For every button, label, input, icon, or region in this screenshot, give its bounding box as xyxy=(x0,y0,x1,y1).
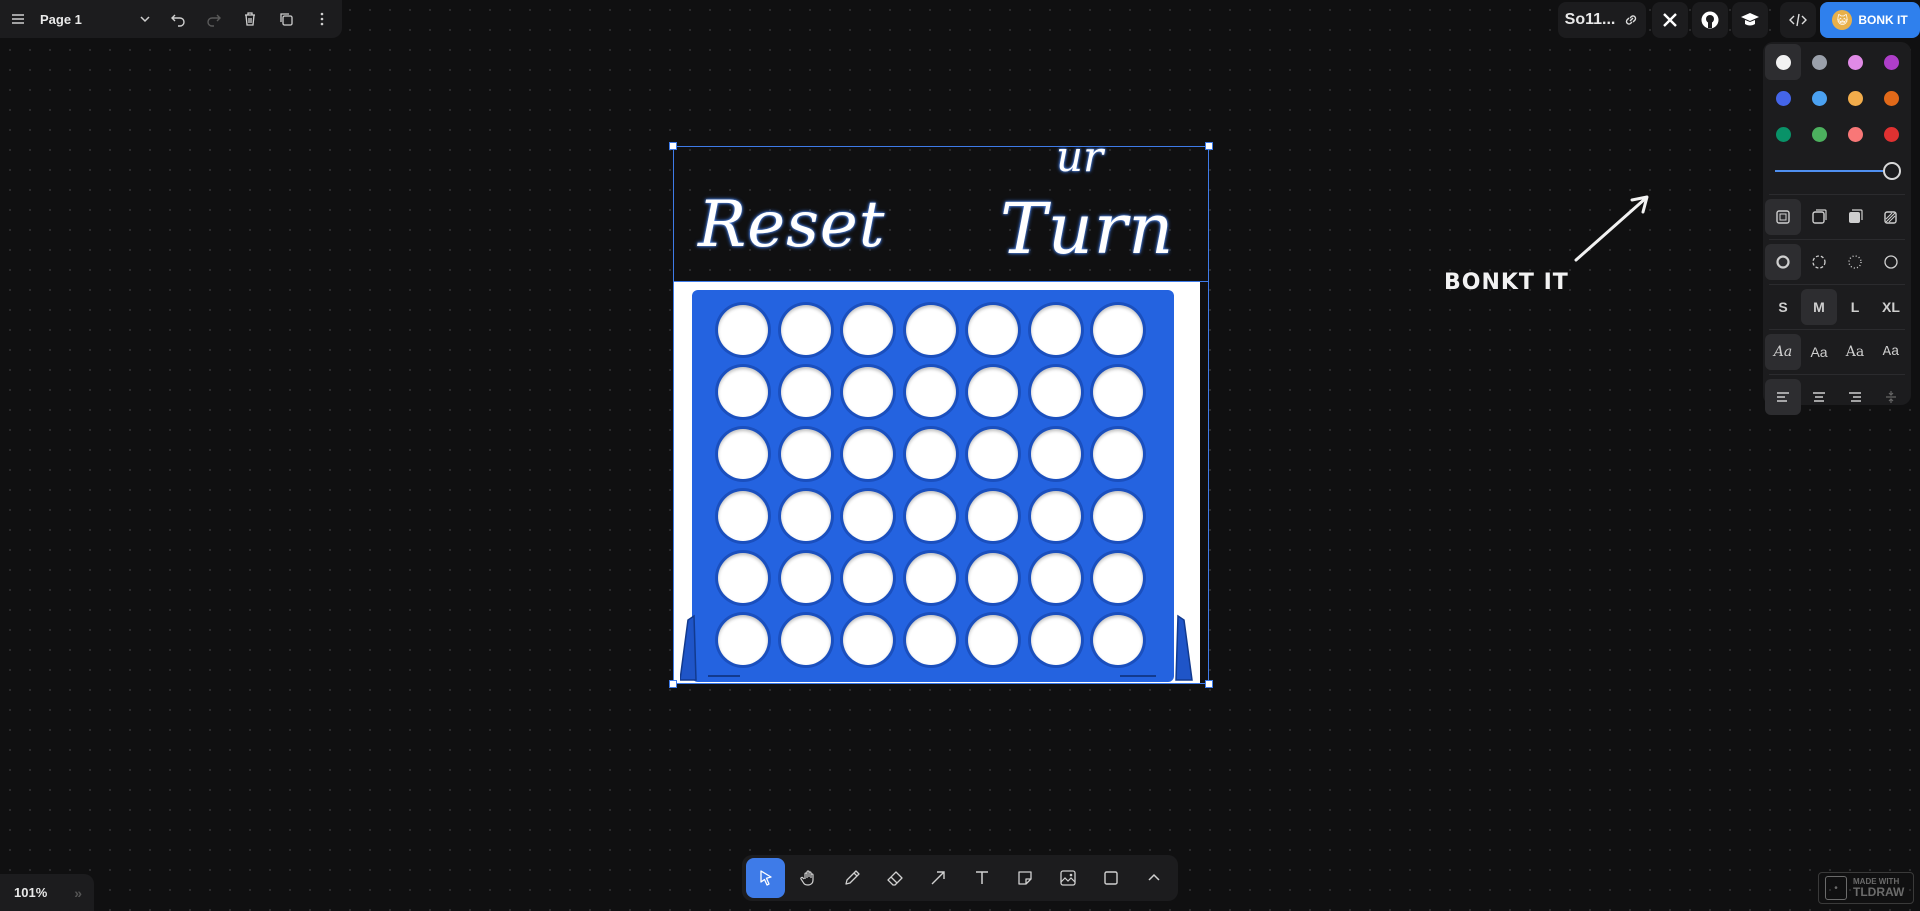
size-button[interactable]: M xyxy=(1801,289,1837,325)
color-swatch[interactable] xyxy=(1873,116,1909,152)
color-swatch[interactable] xyxy=(1801,116,1837,152)
resize-handle-bottom-right[interactable] xyxy=(1205,680,1213,688)
double-chevron-right-icon[interactable]: » xyxy=(74,885,82,901)
zoom-level: 101% xyxy=(14,885,48,900)
fill-style-row xyxy=(1765,199,1911,235)
style-panel: S M L XL Aa Aa Aa Aa xyxy=(1763,42,1911,415)
note-tool-icon[interactable] xyxy=(1005,858,1044,898)
code-icon[interactable] xyxy=(1780,2,1816,38)
color-dot xyxy=(1811,54,1827,70)
font-button[interactable]: Aa xyxy=(1801,334,1837,370)
share-link-button[interactable]: So11... xyxy=(1558,2,1646,38)
resize-handle-bottom-left[interactable] xyxy=(669,680,677,688)
dash-draw-icon[interactable] xyxy=(1765,244,1801,280)
color-swatch[interactable] xyxy=(1873,80,1909,116)
arrow-shape[interactable] xyxy=(1570,190,1650,270)
github-icon[interactable] xyxy=(1692,2,1728,38)
color-dot xyxy=(1883,90,1899,106)
dash-style-row xyxy=(1765,244,1911,280)
color-dot xyxy=(1775,90,1791,106)
color-dot xyxy=(1847,90,1863,106)
select-tool-icon[interactable] xyxy=(746,858,786,898)
fill-solid-icon[interactable] xyxy=(1837,199,1873,235)
align-center-icon[interactable] xyxy=(1801,379,1837,415)
selection-box[interactable] xyxy=(673,146,1209,684)
color-swatch[interactable] xyxy=(1837,80,1873,116)
hand-tool-icon[interactable] xyxy=(789,858,828,898)
color-dot xyxy=(1775,54,1791,70)
dash-solid-icon[interactable] xyxy=(1873,244,1909,280)
align-right-icon[interactable] xyxy=(1837,379,1873,415)
chevron-up-icon[interactable] xyxy=(1135,858,1174,898)
color-swatch[interactable] xyxy=(1837,116,1873,152)
fill-pattern-icon[interactable] xyxy=(1873,199,1909,235)
font-button[interactable]: Aa xyxy=(1837,334,1873,370)
color-dot xyxy=(1883,54,1899,70)
color-swatch[interactable] xyxy=(1765,80,1801,116)
bonkt-it-text[interactable]: BONKT IT xyxy=(1444,270,1569,295)
align-left-icon[interactable] xyxy=(1765,379,1801,415)
bonk-it-label: BONK IT xyxy=(1858,13,1908,27)
duplicate-icon[interactable] xyxy=(268,0,304,38)
size-row: S M L XL xyxy=(1765,289,1911,325)
color-dot xyxy=(1811,126,1827,142)
trash-icon[interactable] xyxy=(232,0,268,38)
avatar: 😺 xyxy=(1832,10,1853,30)
color-dot xyxy=(1847,54,1863,70)
color-dot xyxy=(1811,90,1827,106)
fill-none-icon[interactable] xyxy=(1765,199,1801,235)
text-tool-icon[interactable] xyxy=(962,858,1001,898)
align-row xyxy=(1765,379,1911,415)
color-dot xyxy=(1883,126,1899,142)
page-name[interactable]: Page 1 xyxy=(36,12,130,27)
color-dot xyxy=(1847,126,1863,142)
color-dot xyxy=(1775,126,1791,142)
fill-semi-icon[interactable] xyxy=(1801,199,1837,235)
watermark-line-2: TLDRAW xyxy=(1853,885,1905,899)
dash-dashed-icon[interactable] xyxy=(1801,244,1837,280)
tldraw-logo-icon: • xyxy=(1825,876,1847,900)
undo-icon[interactable] xyxy=(160,0,196,38)
font-button[interactable]: Aa xyxy=(1873,334,1909,370)
opacity-slider-knob[interactable] xyxy=(1883,162,1901,180)
resize-handle-top-right[interactable] xyxy=(1205,142,1213,150)
graduation-cap-icon[interactable] xyxy=(1732,2,1768,38)
rectangle-tool-icon[interactable] xyxy=(1092,858,1131,898)
zoom-menu[interactable]: 101% » xyxy=(0,874,94,911)
bonk-it-button[interactable]: 😺 BONK IT xyxy=(1820,2,1920,38)
chevron-down-icon[interactable] xyxy=(130,0,160,38)
font-row: Aa Aa Aa Aa xyxy=(1765,334,1911,370)
dash-dotted-icon[interactable] xyxy=(1837,244,1873,280)
tool-toolbar xyxy=(742,855,1178,901)
draw-tool-icon[interactable] xyxy=(832,858,871,898)
color-grid xyxy=(1765,44,1911,152)
resize-handle-top-left[interactable] xyxy=(669,142,677,150)
vertical-align-icon[interactable] xyxy=(1873,379,1909,415)
more-vertical-icon[interactable] xyxy=(304,0,340,38)
size-button[interactable]: S xyxy=(1765,289,1801,325)
color-swatch[interactable] xyxy=(1801,44,1837,80)
x-twitter-icon[interactable] xyxy=(1652,2,1688,38)
color-swatch[interactable] xyxy=(1765,44,1801,80)
image-tool-icon[interactable] xyxy=(1048,858,1087,898)
eraser-tool-icon[interactable] xyxy=(876,858,915,898)
arrow-tool-icon[interactable] xyxy=(919,858,958,898)
color-swatch[interactable] xyxy=(1873,44,1909,80)
color-swatch[interactable] xyxy=(1765,116,1801,152)
made-with-tldraw-watermark[interactable]: • MADE WITH TLDRAW xyxy=(1818,872,1914,904)
opacity-slider[interactable] xyxy=(1763,152,1911,190)
color-swatch[interactable] xyxy=(1837,44,1873,80)
size-button[interactable]: L xyxy=(1837,289,1873,325)
redo-icon[interactable] xyxy=(196,0,232,38)
link-icon xyxy=(1626,15,1637,25)
color-swatch[interactable] xyxy=(1801,80,1837,116)
share-title: So11... xyxy=(1564,11,1616,28)
hamburger-menu-icon[interactable] xyxy=(0,0,36,38)
main-menu-bar: Page 1 xyxy=(0,0,342,38)
font-button[interactable]: Aa xyxy=(1765,334,1801,370)
size-button[interactable]: XL xyxy=(1873,289,1909,325)
